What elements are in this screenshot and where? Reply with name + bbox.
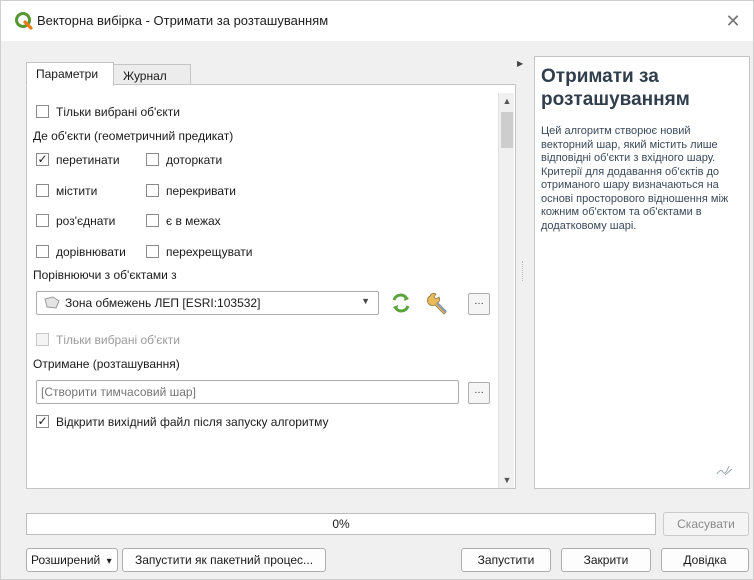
scroll-thumb[interactable] [501,112,513,148]
polygon-layer-icon [44,296,60,309]
chevron-down-icon: ▼ [361,296,370,306]
close-window-button[interactable]: ✕ [719,7,747,35]
vertical-scrollbar[interactable]: ▲ ▼ [498,93,514,488]
compare-label: Порівнюючи з об'єктами з [33,268,177,282]
run-as-batch-button[interactable]: Запустити як пакетний процес... [122,548,326,572]
window-title: Векторна вибірка - Отримати за розташува… [37,13,329,28]
run-button[interactable]: Запустити [461,548,551,572]
output-input[interactable] [37,381,458,403]
help-panel: Отримати за розташуванням Цей алгоритм с… [534,56,750,489]
tab-log[interactable]: Журнал [113,64,191,85]
splitter-handle[interactable] [522,261,524,281]
tab-parameters[interactable]: Параметри [26,62,114,86]
scroll-up-icon[interactable]: ▲ [499,93,515,109]
parameters-panel: Тільки вибрані об'єкти Де об'єкти (геоме… [26,84,516,489]
checkbox-box-checked[interactable]: ✓ [36,415,49,428]
compare-layer-select[interactable]: Зона обмежень ЛЕП [ESRI:103532] ▼ [36,291,379,315]
qgis-logo-icon [15,12,33,30]
checkbox-box-checked[interactable]: ✓ [36,153,49,166]
close-button[interactable]: Закрити [561,548,651,572]
predicate-label: Де об'єкти (геометричний предикат) [33,129,234,143]
output-field[interactable] [36,380,459,404]
parameters-scroll-area: Тільки вибрані об'єкти Де об'єкти (геоме… [28,95,498,488]
layer-options-button[interactable]: … [468,293,490,315]
output-options-button[interactable]: … [468,382,490,404]
splitter-arrow-icon[interactable]: ▶ [517,59,523,68]
signature-scribble-icon [716,465,733,476]
checkbox-box[interactable] [36,105,49,118]
output-label: Отримане (розташування) [33,357,180,371]
scroll-down-icon[interactable]: ▼ [499,472,515,488]
processing-dialog: Векторна вибірка - Отримати за розташува… [0,0,754,580]
advanced-button[interactable]: Розширений ▾ [26,548,118,572]
help-title: Отримати за розташуванням [541,66,690,110]
title-bar: Векторна вибірка - Отримати за розташува… [1,1,753,41]
wrench-icon[interactable] [425,289,451,315]
help-button[interactable]: Довідка [661,548,749,572]
chevron-down-icon: ▾ [106,556,112,567]
progress-label: 0% [332,517,350,531]
progress-bar: 0% [26,513,656,535]
iterate-features-icon[interactable] [388,290,414,316]
cancel-button[interactable]: Скасувати [663,512,749,536]
help-description: Цей алгоритм створює новий векторний шар… [541,125,729,232]
